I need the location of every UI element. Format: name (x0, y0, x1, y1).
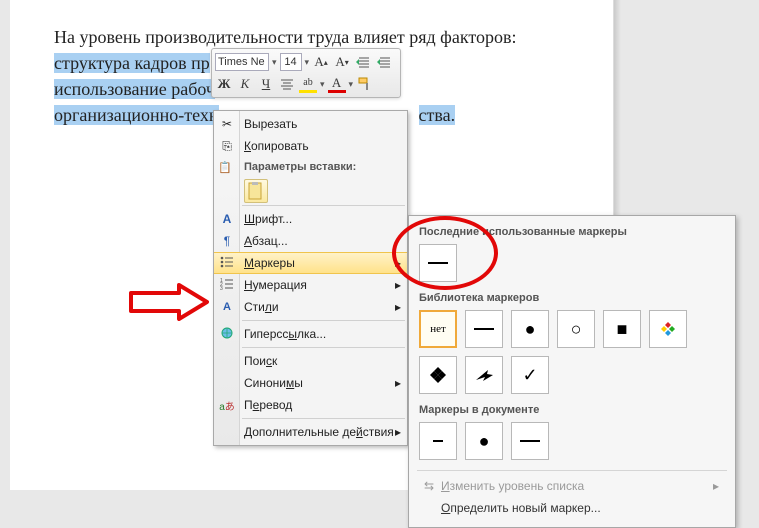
translate-icon: aあ (218, 398, 236, 413)
menu-item-find[interactable]: Поиск (214, 350, 407, 372)
menu-item-label: Абзац... (244, 234, 288, 248)
highlight-color-button[interactable]: ab (299, 75, 317, 93)
bullet-option-four-black-diamond[interactable] (419, 356, 457, 394)
menu-item-label: Вырезать (244, 117, 297, 131)
font-name-combo[interactable]: Times Ne (215, 53, 269, 71)
italic-button[interactable]: К (236, 75, 254, 93)
menu-item-label: Синонимы (244, 376, 303, 390)
chevron-right-icon: ▸ (395, 300, 401, 314)
hyperlink-icon (218, 326, 236, 343)
command-label: Изменить уровень списка (441, 479, 584, 493)
document-text-line: На уровень производительности труда влия… (54, 24, 570, 50)
shrink-font-button[interactable]: A▾ (333, 53, 351, 71)
menu-item-copy[interactable]: ⎘ Копировать (214, 135, 407, 157)
paste-option-button[interactable] (244, 179, 268, 203)
bullet-option-arrow[interactable] (465, 356, 503, 394)
format-painter-button[interactable] (356, 75, 374, 93)
chevron-right-icon: ▸ (395, 425, 401, 439)
dropdown-icon[interactable]: ▾ (305, 57, 310, 68)
selected-text[interactable]: организационно-техн (54, 105, 219, 125)
menu-item-label: Стили (244, 300, 279, 314)
section-label-recent: Последние использованные маркеры (417, 222, 727, 242)
menu-separator (242, 320, 405, 321)
chevron-right-icon: ▸ (395, 278, 401, 292)
menu-item-cut[interactable]: ✂ Вырезать (214, 113, 407, 135)
styles-icon: A (218, 301, 236, 313)
command-change-list-level[interactable]: ⇆ Изменить уровень списка ▸ (417, 475, 727, 497)
bullet-option-disc[interactable]: ● (465, 422, 503, 460)
bullet-option-dash[interactable] (419, 244, 457, 282)
bullets-submenu-panel: Последние использованные маркеры Библиот… (408, 215, 736, 528)
command-define-new-bullet[interactable]: Определить новый маркер... (417, 497, 727, 519)
dropdown-icon[interactable]: ▾ (320, 79, 325, 90)
menu-item-paragraph[interactable]: ¶ Абзац... (214, 230, 407, 252)
center-align-button[interactable] (278, 75, 296, 93)
copy-icon: ⎘ (218, 139, 236, 154)
menu-item-label: Маркеры (244, 256, 295, 270)
bold-button[interactable]: Ж (215, 75, 233, 93)
increase-indent-button[interactable] (375, 53, 393, 71)
clipboard-icon: 📋 (218, 161, 232, 174)
selected-text[interactable]: использование рабоч (54, 79, 215, 99)
menu-item-numbering[interactable]: 123 Нумерация ▸ (214, 274, 407, 296)
menu-item-label: Перевод (244, 398, 292, 412)
bullet-option-four-diamond[interactable] (649, 310, 687, 348)
numbering-icon: 123 (218, 278, 236, 293)
chevron-right-icon: ▸ (713, 479, 719, 493)
chevron-right-icon: ▸ (395, 376, 401, 390)
selected-text[interactable]: ства. (419, 105, 456, 125)
menu-item-translate[interactable]: aあ Перевод (214, 394, 407, 416)
menu-item-additional-actions[interactable]: Дополнительные действия ▸ (214, 421, 407, 443)
menu-item-label: Дополнительные действия (244, 425, 394, 439)
font-color-button[interactable]: A (328, 75, 346, 93)
bullet-option-none[interactable]: нет (419, 310, 457, 348)
dropdown-icon[interactable]: ▾ (272, 57, 277, 68)
menu-separator (242, 347, 405, 348)
selected-text[interactable]: структура кадров пр (54, 53, 210, 73)
underline-button[interactable]: Ч (257, 75, 275, 93)
dropdown-icon[interactable]: ▾ (349, 79, 354, 90)
bullet-option-circle[interactable]: ○ (557, 310, 595, 348)
grow-font-button[interactable]: A▴ (312, 53, 330, 71)
mini-format-toolbar: Times Ne ▾ 14 ▾ A▴ A▾ Ж К Ч ab ▾ A ▾ (211, 48, 401, 98)
command-label: Определить новый маркер... (441, 501, 601, 515)
bullet-option-square[interactable]: ■ (603, 310, 641, 348)
menu-item-label: Поиск (244, 354, 277, 368)
decrease-indent-button[interactable] (354, 53, 372, 71)
svg-text:3: 3 (220, 286, 223, 290)
menu-separator (242, 205, 405, 206)
section-label-library: Библиотека маркеров (417, 288, 727, 308)
menu-separator (242, 418, 405, 419)
bullet-option-short-dash[interactable] (419, 422, 457, 460)
menu-item-label: Шрифт... (244, 212, 292, 226)
menu-item-label: Параметры вставки: (244, 161, 356, 173)
bullet-option-disc[interactable]: ● (511, 310, 549, 348)
menu-group-paste-options: 📋 Параметры вставки: (214, 157, 407, 177)
menu-item-font[interactable]: A Шрифт... (214, 208, 407, 230)
menu-item-bullets[interactable]: Маркеры ▸ (214, 252, 407, 274)
paragraph-icon: ¶ (218, 234, 236, 248)
bullet-option-dash[interactable] (465, 310, 503, 348)
indent-icon: ⇆ (421, 479, 437, 493)
menu-item-hyperlink[interactable]: Гиперссылка... (214, 323, 407, 345)
menu-item-label: Гиперссылка... (244, 327, 326, 341)
chevron-right-icon: ▸ (395, 256, 401, 270)
font-size-combo[interactable]: 14 (280, 53, 302, 71)
menu-item-styles[interactable]: A Стили ▸ (214, 296, 407, 318)
scissors-icon: ✂ (218, 117, 236, 131)
bullet-option-check[interactable]: ✓ (511, 356, 549, 394)
section-label-in-document: Маркеры в документе (417, 400, 727, 420)
menu-item-synonyms[interactable]: Синонимы ▸ (214, 372, 407, 394)
menu-item-label: Нумерация (244, 278, 307, 292)
bullets-icon (218, 256, 236, 271)
menu-item-label: Копировать (244, 139, 309, 153)
font-icon: A (218, 212, 236, 226)
bullet-option-dash[interactable] (511, 422, 549, 460)
context-menu: ✂ Вырезать ⎘ Копировать 📋 Параметры вста… (213, 110, 408, 446)
